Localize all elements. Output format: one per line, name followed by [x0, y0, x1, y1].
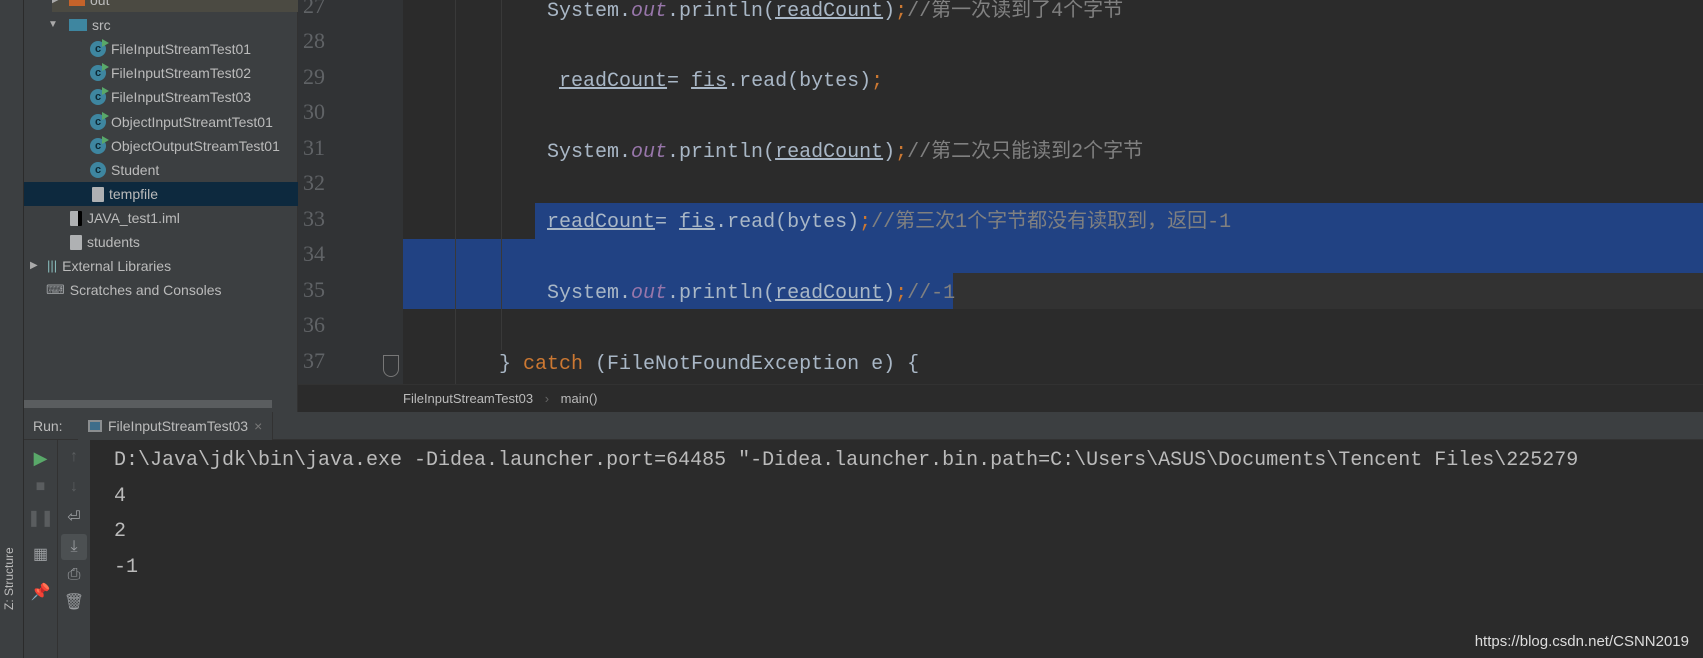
- close-tab-icon[interactable]: ×: [254, 412, 262, 440]
- tree-item-out[interactable]: ▶ out: [52, 0, 298, 12]
- runnable-class-icon: c: [90, 136, 109, 154]
- tree-item-tempfile[interactable]: tempfile: [24, 182, 298, 206]
- runnable-class-icon: c: [90, 87, 109, 105]
- expand-arrow-icon[interactable]: ▶: [30, 254, 42, 278]
- tree-label: Scratches and Consoles: [69, 282, 222, 298]
- collapse-arrow-icon[interactable]: ▼: [48, 13, 60, 37]
- tree-item-scratches[interactable]: ⌨ Scratches and Consoles: [46, 278, 222, 302]
- libraries-icon: |||: [47, 258, 58, 273]
- stop-icon[interactable]: ■: [24, 478, 57, 496]
- structure-tool-button[interactable]: Z: Structure: [2, 510, 22, 610]
- code-line-31: System.out.println(readCount);//第二次只能读到2…: [547, 141, 1144, 164]
- rerun-icon[interactable]: ▶: [24, 448, 57, 469]
- down-arrow-icon[interactable]: ↓: [58, 478, 90, 496]
- line-number: 36: [303, 312, 325, 337]
- tree-label: JAVA_test1.iml: [87, 210, 180, 226]
- tree-label: ObjectInputStreamtTest01: [111, 114, 273, 130]
- tree-label: ObjectOutputStreamTest01: [111, 138, 280, 154]
- console-line: 2: [114, 520, 127, 543]
- project-tree: ▶out ▼src cFileInputStreamTest01 cFileIn…: [24, 0, 298, 412]
- tree-label: FileInputStreamTest02: [111, 65, 252, 81]
- scratches-icon: ⌨: [46, 282, 65, 297]
- run-controls: ▶ ■ ❚❚ ▦ 📌: [24, 440, 58, 658]
- watermark: https://blog.csdn.net/CSNN2019: [1474, 633, 1689, 650]
- tree-item-iml[interactable]: JAVA_test1.iml: [70, 206, 180, 230]
- restore-layout-icon[interactable]: ▦: [24, 544, 57, 564]
- tree-item-class[interactable]: c ObjectInputStreamtTest01: [90, 110, 273, 134]
- line-number: 27: [303, 0, 325, 18]
- trash-icon[interactable]: 🗑: [58, 592, 90, 612]
- line-number: 30: [303, 99, 325, 124]
- tree-label: FileInputStreamTest01: [111, 41, 252, 57]
- run-toolbar: Run: FileInputStreamTest03 ×: [24, 412, 1703, 440]
- pause-icon[interactable]: ❚❚: [24, 508, 57, 528]
- console-output[interactable]: D:\Java\jdk\bin\java.exe -Didea.launcher…: [90, 440, 1703, 658]
- tree-label: Student: [111, 162, 160, 178]
- class-icon: c: [90, 162, 106, 178]
- runnable-class-icon: c: [90, 63, 109, 81]
- console-line: D:\Java\jdk\bin\java.exe -Didea.launcher…: [114, 449, 1579, 472]
- code-editor[interactable]: System.out.println(readCount);//第一次读到了4个…: [403, 0, 1703, 384]
- tree-label: out: [90, 0, 110, 8]
- tree-label: FileInputStreamTest03: [111, 89, 252, 105]
- line-number: 32: [303, 170, 325, 195]
- tree-item-class[interactable]: c FileInputStreamTest03: [90, 85, 251, 109]
- text-file-icon: [92, 186, 104, 202]
- line-number: 33: [303, 206, 325, 231]
- console-controls: ↑ ↓ ⏎ ⤓ ⎙ 🗑: [58, 440, 90, 658]
- tree-label: src: [92, 17, 111, 33]
- code-line-27: System.out.println(readCount);//第一次读到了4个…: [547, 0, 1124, 23]
- tree-item-src[interactable]: ▼ src: [48, 13, 111, 37]
- line-number: 31: [303, 135, 325, 160]
- tree-label: students: [87, 234, 140, 250]
- folder-icon: [69, 19, 87, 31]
- selection: [403, 239, 1703, 273]
- expand-arrow-icon[interactable]: ▶: [52, 0, 64, 12]
- console-line: -1: [114, 556, 139, 579]
- tree-item-students[interactable]: students: [70, 230, 140, 254]
- breadcrumb: FileInputStreamTest03 › main(): [298, 384, 1703, 412]
- tree-item-class[interactable]: c ObjectOutputStreamTest01: [90, 134, 280, 158]
- line-number: 35: [303, 277, 325, 302]
- code-line-29: readCount= fis.read(bytes);: [559, 70, 884, 93]
- tree-label: tempfile: [109, 186, 159, 202]
- tree-horizontal-scrollbar[interactable]: [24, 400, 272, 408]
- folder-icon: [69, 0, 85, 6]
- left-tool-strip: Z: Structure: [0, 0, 24, 658]
- code-line-35: System.out.println(readCount);//-1: [547, 282, 956, 305]
- code-line-33: readCount= fis.read(bytes);//第三次1个字节都没有读…: [547, 211, 1232, 234]
- console-icon: [88, 420, 102, 432]
- runnable-class-icon: c: [90, 112, 109, 130]
- fold-icon[interactable]: [383, 355, 399, 377]
- iml-file-icon: [70, 210, 82, 226]
- print-icon[interactable]: ⎙: [58, 566, 90, 584]
- line-number: 34: [303, 241, 325, 266]
- runnable-class-icon: c: [90, 39, 109, 57]
- soft-wrap-icon[interactable]: ⏎: [58, 507, 90, 527]
- pin-icon[interactable]: 📌: [24, 582, 57, 602]
- text-file-icon: [70, 234, 82, 250]
- run-tab[interactable]: FileInputStreamTest03 ×: [78, 412, 274, 440]
- line-number: 37: [303, 348, 325, 373]
- indent-guide: [455, 0, 456, 384]
- up-arrow-icon[interactable]: ↑: [58, 448, 90, 466]
- tree-item-class[interactable]: c FileInputStreamTest01: [90, 37, 251, 61]
- line-number: 28: [303, 28, 325, 53]
- tree-item-class[interactable]: c Student: [90, 158, 159, 182]
- breadcrumb-separator-icon: ›: [544, 391, 550, 406]
- code-line-37: } catch (FileNotFoundException e) {: [499, 353, 920, 376]
- breadcrumb-class[interactable]: FileInputStreamTest03: [403, 391, 533, 406]
- line-number: 29: [303, 64, 325, 89]
- run-tab-label: FileInputStreamTest03: [108, 418, 249, 434]
- console-line: 4: [114, 485, 127, 508]
- scroll-to-end-icon[interactable]: ⤓: [61, 534, 87, 560]
- breadcrumb-method[interactable]: main(): [561, 391, 598, 406]
- editor-gutter: 27 28 29 30 31 32 33 34 35 36 37: [298, 0, 403, 384]
- tree-item-external-libraries[interactable]: ▶ ||| External Libraries: [30, 254, 171, 278]
- tree-item-class[interactable]: c FileInputStreamTest02: [90, 61, 251, 85]
- run-label: Run:: [33, 418, 63, 434]
- indent-guide: [501, 0, 502, 350]
- tree-label: External Libraries: [62, 258, 172, 274]
